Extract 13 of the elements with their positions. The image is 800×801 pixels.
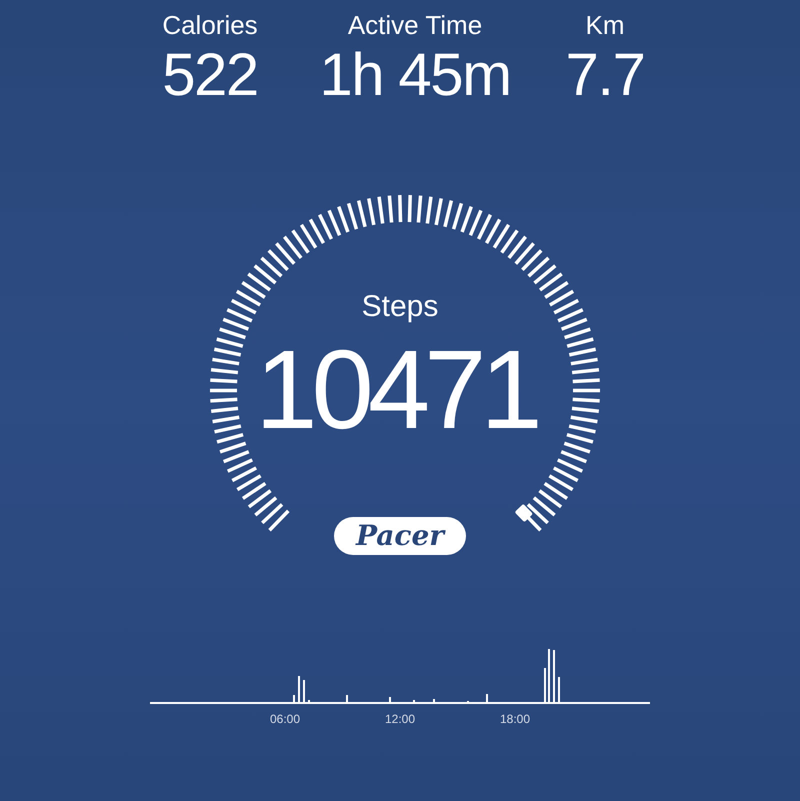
steps-label: Steps — [362, 292, 438, 322]
stat-value: 7.7 — [566, 42, 644, 108]
time-axis-label: 12:00 — [384, 711, 416, 728]
stat-label: Calories — [162, 9, 258, 42]
steps-count: 10471 — [255, 334, 538, 446]
pacer-logo: Pacer — [334, 517, 466, 555]
time-axis-label: 18:00 — [500, 711, 530, 728]
gauge-marker — [514, 504, 533, 522]
stat-label: Km — [586, 9, 624, 42]
time-axis-label: 06:00 — [270, 711, 300, 728]
stat-value: 522 — [162, 42, 258, 108]
stat-value: 1h 45m — [319, 42, 511, 108]
stat-label: Active Time — [348, 9, 482, 42]
